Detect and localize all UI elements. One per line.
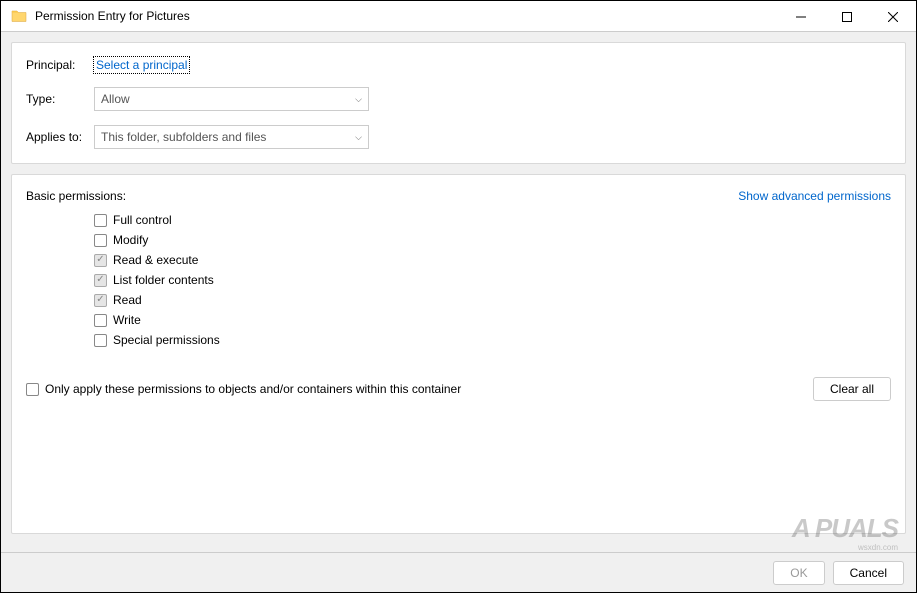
applies-row: Applies to: This folder, subfolders and … xyxy=(26,125,891,149)
close-button[interactable] xyxy=(870,1,916,32)
applies-select-value: This folder, subfolders and files xyxy=(101,130,266,144)
permission-special[interactable]: Special permissions xyxy=(94,333,891,347)
show-advanced-permissions-link[interactable]: Show advanced permissions xyxy=(738,189,891,203)
checkbox-icon[interactable] xyxy=(94,214,107,227)
applies-label: Applies to: xyxy=(26,130,94,144)
clear-all-button[interactable]: Clear all xyxy=(813,377,891,401)
checkbox-icon[interactable] xyxy=(94,234,107,247)
permission-label: Full control xyxy=(113,213,172,227)
select-principal-link[interactable]: Select a principal xyxy=(94,57,189,73)
cancel-button[interactable]: Cancel xyxy=(833,561,904,585)
window-controls xyxy=(778,1,916,31)
permission-read[interactable]: Read xyxy=(94,293,891,307)
only-apply-label: Only apply these permissions to objects … xyxy=(45,382,461,396)
checkbox-icon[interactable] xyxy=(94,254,107,267)
permission-read-execute[interactable]: Read & execute xyxy=(94,253,891,267)
checkbox-icon[interactable] xyxy=(94,334,107,347)
permission-full-control[interactable]: Full control xyxy=(94,213,891,227)
permission-list-folder[interactable]: List folder contents xyxy=(94,273,891,287)
permission-label: Read xyxy=(113,293,142,307)
permissions-panel: Basic permissions: Show advanced permiss… xyxy=(11,174,906,534)
permissions-list: Full control Modify Read & execute List … xyxy=(94,213,891,347)
only-apply-checkbox-row[interactable]: Only apply these permissions to objects … xyxy=(26,382,461,396)
checkbox-icon[interactable] xyxy=(94,274,107,287)
principal-label: Principal: xyxy=(26,58,94,72)
ok-button[interactable]: OK xyxy=(773,561,824,585)
type-select-value: Allow xyxy=(101,92,130,106)
type-label: Type: xyxy=(26,92,94,106)
permissions-header: Basic permissions: Show advanced permiss… xyxy=(26,189,891,203)
permission-modify[interactable]: Modify xyxy=(94,233,891,247)
permission-label: List folder contents xyxy=(113,273,214,287)
checkbox-icon[interactable] xyxy=(94,314,107,327)
permission-label: Modify xyxy=(113,233,148,247)
dialog-footer: OK Cancel xyxy=(1,552,916,592)
type-row: Type: Allow ⌵ xyxy=(26,87,891,111)
chevron-down-icon: ⌵ xyxy=(355,94,362,105)
minimize-button[interactable] xyxy=(778,1,824,32)
folder-icon xyxy=(11,8,27,24)
maximize-button[interactable] xyxy=(824,1,870,32)
permission-write[interactable]: Write xyxy=(94,313,891,327)
permission-label: Write xyxy=(113,313,141,327)
checkbox-icon[interactable] xyxy=(26,383,39,396)
applies-select[interactable]: This folder, subfolders and files ⌵ xyxy=(94,125,369,149)
chevron-down-icon: ⌵ xyxy=(355,132,362,143)
permission-label: Read & execute xyxy=(113,253,198,267)
window-title: Permission Entry for Pictures xyxy=(35,9,778,23)
permission-label: Special permissions xyxy=(113,333,220,347)
titlebar: Permission Entry for Pictures xyxy=(1,1,916,32)
checkbox-icon[interactable] xyxy=(94,294,107,307)
permissions-bottom-row: Only apply these permissions to objects … xyxy=(26,377,891,401)
principal-row: Principal: Select a principal xyxy=(26,57,891,73)
basic-permissions-label: Basic permissions: xyxy=(26,189,126,203)
content-area: Principal: Select a principal Type: Allo… xyxy=(1,32,916,552)
type-select[interactable]: Allow ⌵ xyxy=(94,87,369,111)
principal-panel: Principal: Select a principal Type: Allo… xyxy=(11,42,906,164)
